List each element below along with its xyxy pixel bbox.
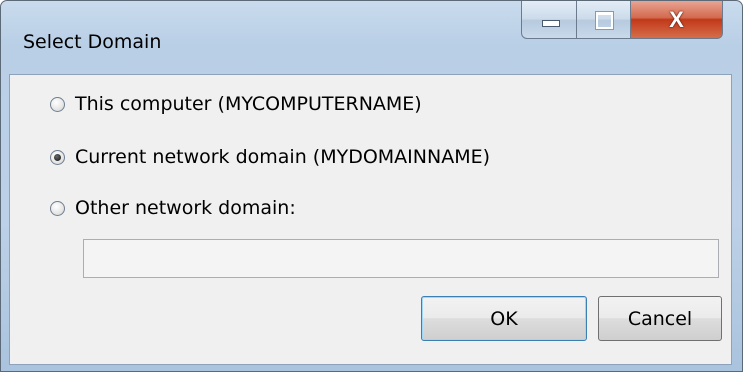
option-other-domain[interactable]: Other network domain: <box>50 197 296 219</box>
radio-current-domain[interactable] <box>50 149 65 165</box>
option-this-computer[interactable]: This computer (MYCOMPUTERNAME) <box>50 93 422 115</box>
dialog-title: Select Domain <box>23 31 162 53</box>
radio-other-domain[interactable] <box>50 200 65 216</box>
dialog-body: This computer (MYCOMPUTERNAME) Current n… <box>9 74 732 365</box>
select-domain-dialog: Select Domain X This computer (MYCOMPUTE… <box>0 0 743 372</box>
option-label-other-domain: Other network domain: <box>75 197 296 219</box>
option-label-this-computer: This computer (MYCOMPUTERNAME) <box>75 93 422 115</box>
ok-button[interactable]: OK <box>421 296 587 341</box>
option-label-current-domain: Current network domain (MYDOMAINNAME) <box>75 146 491 168</box>
cancel-button[interactable]: Cancel <box>598 296 722 341</box>
maximize-button[interactable] <box>577 1 631 39</box>
minimize-button[interactable] <box>521 1 577 39</box>
title-bar[interactable]: Select Domain X <box>1 1 742 73</box>
radio-this-computer[interactable] <box>50 96 65 112</box>
close-icon: X <box>669 6 684 32</box>
caption-buttons: X <box>521 1 723 40</box>
close-button[interactable]: X <box>631 1 723 39</box>
option-current-domain[interactable]: Current network domain (MYDOMAINNAME) <box>50 146 490 168</box>
other-domain-input[interactable] <box>83 239 719 278</box>
maximize-icon <box>595 11 614 30</box>
minimize-icon <box>542 20 560 27</box>
